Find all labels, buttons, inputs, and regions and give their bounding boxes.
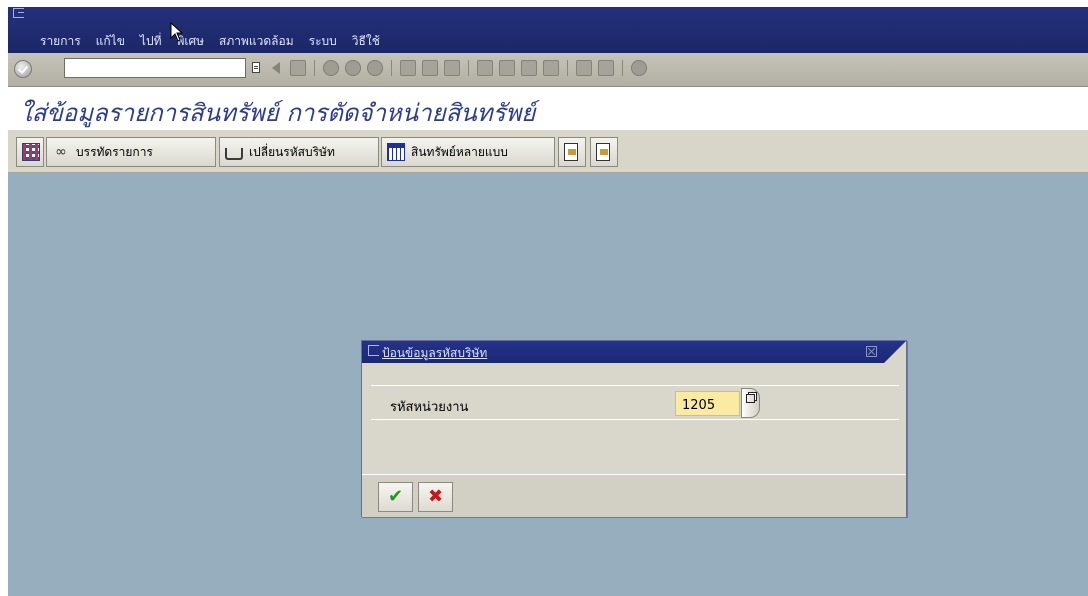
menu-item-system[interactable]: ระบบ (309, 32, 337, 51)
next-page-icon[interactable] (521, 60, 537, 76)
toolbar-separator (468, 60, 469, 76)
multiple-assets-button[interactable]: สินทรัพย์หลายแบบ (381, 137, 555, 167)
toolbar-separator (314, 60, 315, 76)
overview-grid-icon (22, 143, 40, 161)
confirm-button[interactable]: ✔ (378, 482, 413, 512)
mouse-cursor-icon (170, 22, 184, 42)
command-history-icon[interactable] (252, 62, 260, 73)
exit-icon[interactable] (345, 60, 361, 76)
menu-bar: รายการ แก้ไข ไปที่ พิเศษ สภาพแวดล้อม ระบ… (8, 7, 1088, 53)
command-field[interactable] (64, 58, 246, 78)
menu-item-edit[interactable]: แก้ไข (96, 32, 125, 51)
value-help-icon[interactable] (741, 388, 760, 418)
menu-item-list[interactable]: รายการ (40, 32, 81, 51)
new-session-icon[interactable] (576, 60, 592, 76)
toolbar-icons (272, 60, 653, 76)
change-company-code-label: เปลี่ยนรหัสบริษัท (249, 144, 335, 159)
change-company-code-button[interactable]: เปลี่ยนรหัสบริษัท (219, 137, 379, 167)
cancel-button[interactable]: ✖ (418, 482, 453, 512)
system-menu-icon[interactable] (13, 8, 24, 18)
find-icon[interactable] (422, 60, 438, 76)
collapse-icon[interactable] (272, 62, 280, 74)
table-icon (387, 143, 405, 161)
last-page-icon[interactable] (543, 60, 559, 76)
menu-item-help[interactable]: วิธีใช้ (352, 32, 380, 51)
document-button[interactable] (558, 137, 586, 167)
line-items-button[interactable]: ∞ บรรทัดรายการ (46, 137, 216, 167)
menu-items: รายการ แก้ไข ไปที่ พิเศษ สภาพแวดล้อม ระบ… (40, 32, 395, 51)
chain-link-icon: ∞ (55, 144, 67, 160)
dialog-body: รหัสหน่วยงาน (362, 363, 906, 474)
first-page-icon[interactable] (477, 60, 493, 76)
cancel-x-icon: ✖ (427, 486, 444, 507)
menu-item-goto[interactable]: ไปที่ (140, 32, 162, 51)
help-icon[interactable] (631, 60, 647, 76)
company-code-label: รหัสหน่วยงาน (390, 400, 469, 415)
overview-button[interactable] (16, 137, 44, 167)
cancel-icon[interactable] (367, 60, 383, 76)
line-items-label: บรรทัดรายการ (76, 144, 153, 159)
toolbar-separator (391, 60, 392, 76)
find-next-icon[interactable] (444, 60, 460, 76)
enter-icon[interactable] (14, 60, 32, 78)
application-toolbar: ∞ บรรทัดรายการ เปลี่ยนรหัสบริษัท สินทรัพ… (8, 131, 1088, 173)
screen-title-bar: ใส่ข้อมูลรายการสินทรัพย์ การตัดจำหน่ายสิ… (8, 87, 1088, 131)
shortcut-icon[interactable] (598, 60, 614, 76)
dialog-system-icon[interactable] (368, 345, 379, 356)
print-icon[interactable] (400, 60, 416, 76)
dialog-title: ป้อนข้อมูลรหัสบริษัท (382, 346, 488, 360)
menu-item-environment[interactable]: สภาพแวดล้อม (219, 32, 294, 51)
document-export-icon (596, 143, 610, 161)
company-code-icon (225, 148, 243, 160)
toolbar-separator (622, 60, 623, 76)
dialog-title-bar: ป้อนข้อมูลรหัสบริษัท (362, 341, 906, 363)
company-code-field[interactable] (675, 391, 740, 416)
page-title: ใส่ข้อมูลรายการสินทรัพย์ การตัดจำหน่ายสิ… (20, 99, 536, 127)
multiple-assets-label: สินทรัพย์หลายแบบ (411, 144, 508, 159)
company-code-dialog: ป้อนข้อมูลรหัสบริษัท รหัสหน่วยงาน ✔ ✖ (361, 340, 907, 517)
divider (371, 385, 899, 386)
confirm-icon: ✔ (387, 486, 404, 507)
document-export-button[interactable] (590, 137, 618, 167)
standard-toolbar (8, 53, 1088, 87)
save-icon[interactable] (290, 60, 306, 76)
divider (371, 419, 899, 420)
toolbar-separator (567, 60, 568, 76)
sap-gui-window: รายการ แก้ไข ไปที่ พิเศษ สภาพแวดล้อม ระบ… (0, 0, 1088, 596)
previous-page-icon[interactable] (499, 60, 515, 76)
back-icon[interactable] (323, 60, 339, 76)
document-icon (564, 143, 578, 161)
close-icon[interactable] (866, 346, 877, 357)
dialog-footer: ✔ ✖ (362, 474, 906, 517)
